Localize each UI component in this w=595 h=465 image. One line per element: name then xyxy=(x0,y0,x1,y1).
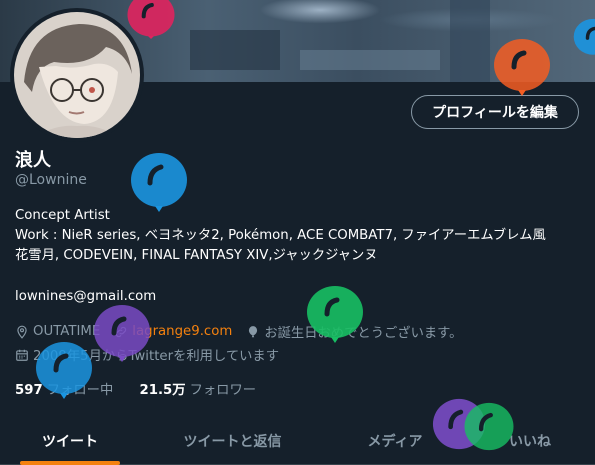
location-pin-icon xyxy=(17,325,27,339)
balloon-decoration xyxy=(131,153,187,212)
banner-shape xyxy=(190,30,280,70)
tab-label: ツイート xyxy=(42,434,98,450)
balloon-decoration xyxy=(307,286,363,343)
balloon-decoration xyxy=(36,342,92,399)
banner-shape xyxy=(450,0,490,82)
calendar-icon xyxy=(16,349,28,361)
balloon-decoration xyxy=(573,18,595,55)
followers-label: フォロワー xyxy=(189,383,257,398)
profile-handle: @Lownine xyxy=(15,172,87,188)
bio-line: Concept Artist xyxy=(15,208,110,223)
location-item: OUTATIME xyxy=(15,324,100,339)
tab-label: メディア xyxy=(367,434,423,450)
balloon-decoration xyxy=(127,0,175,40)
balloon-icon xyxy=(249,325,258,337)
bio-email: lownines@gmail.com xyxy=(15,289,157,304)
tab-tweets[interactable]: ツイート xyxy=(0,418,140,465)
balloon-decoration xyxy=(94,305,150,362)
profile-name: 浪人 xyxy=(15,150,51,171)
bio-line: Work : NieR series, ベヨネッタ2, Pokémon, ACE… xyxy=(15,228,546,243)
followers-link[interactable]: 21.5万 フォロワー xyxy=(139,383,256,398)
tab-tweets-replies[interactable]: ツイートと返信 xyxy=(140,418,325,464)
active-tab-indicator xyxy=(20,461,120,465)
location-text: OUTATIME xyxy=(33,324,101,339)
bio-line: 花雪月, CODEVEIN, FINAL FANTASY XIV,ジャックジャン… xyxy=(15,248,378,263)
balloon-decoration xyxy=(464,402,514,451)
tab-label: ツイートと返信 xyxy=(183,434,282,450)
profile-bio: Concept Artist Work : NieR series, ベヨネッタ… xyxy=(15,206,585,266)
balloon-decoration xyxy=(494,39,550,96)
profile-meta: OUTATIME lagrange9.com お誕生日おめでとうございます。 xyxy=(15,322,476,341)
banner-shape xyxy=(300,50,440,70)
followers-count: 21.5万 xyxy=(139,383,186,398)
